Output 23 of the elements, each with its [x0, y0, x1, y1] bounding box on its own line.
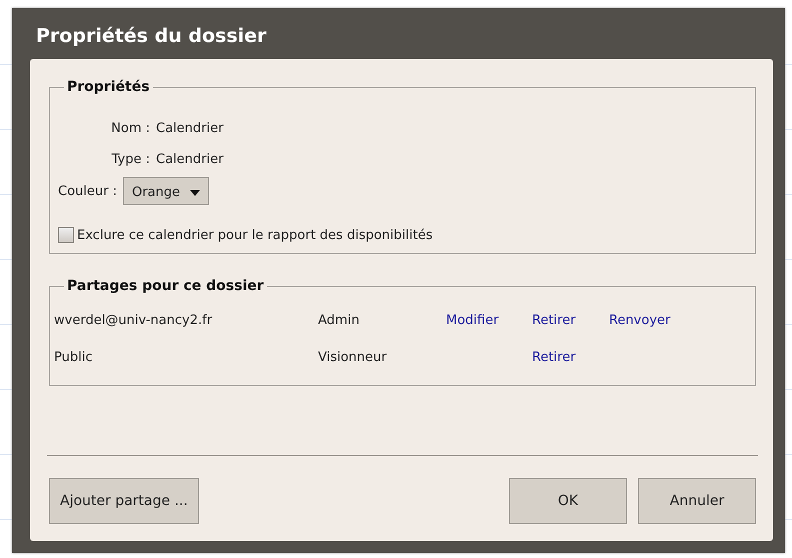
caret-icon — [190, 190, 200, 196]
group-title: Partages pour ce dossier — [66, 278, 265, 294]
ok-button[interactable]: OK — [509, 478, 627, 524]
share-grantee: Public — [54, 350, 94, 364]
checkbox-label: Exclure ce calendrier pour le rapport des disponibilités — [77, 228, 433, 242]
resend-link[interactable]: Renvoyer — [609, 313, 745, 328]
field-label: Type : — [110, 152, 150, 167]
group-title: Propriétés — [66, 79, 151, 95]
field-label: Nom : — [110, 121, 150, 136]
window-title: Propriétés du dossier — [35, 24, 268, 49]
share-role: Visionneur — [318, 350, 388, 364]
checkbox[interactable] — [58, 227, 74, 243]
share-role: Admin — [318, 313, 360, 328]
cancel-button[interactable]: Annuler — [638, 478, 756, 524]
modify-link[interactable]: Modifier — [446, 313, 532, 328]
field-label: Couleur : — [58, 184, 117, 198]
color-dropdown[interactable]: Orange — [122, 177, 210, 205]
remove-link[interactable]: Retirer — [532, 313, 609, 328]
add-share-button[interactable]: Ajouter partage ... — [49, 478, 199, 524]
remove-link[interactable]: Retirer — [532, 350, 609, 364]
share-grantee: wverdel@univ-nancy2.fr — [54, 313, 214, 328]
field-value: Calendrier — [156, 121, 224, 136]
field-value: Calendrier — [156, 152, 224, 167]
